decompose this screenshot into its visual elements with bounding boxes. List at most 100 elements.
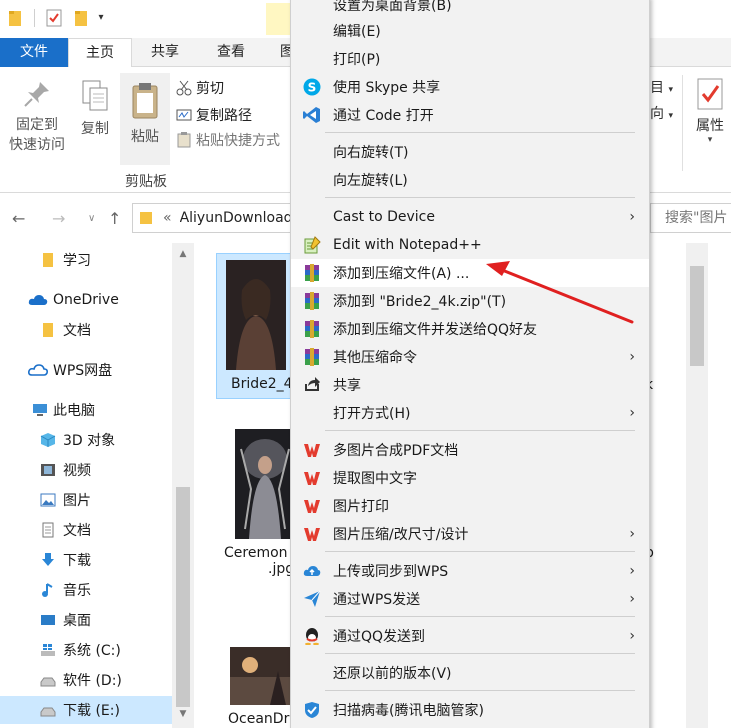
menu-item-other-compression-commands[interactable]: 其他压缩命令 › <box>291 343 649 371</box>
menu-item-extract-text-from-image[interactable]: 提取图中文字 <box>291 464 649 492</box>
sidebar-item-onedrive-docs[interactable]: 文档 <box>0 316 172 344</box>
menu-item-send-via-wps[interactable]: 通过WPS发送 › <box>291 585 649 613</box>
properties-check-icon[interactable] <box>46 9 62 27</box>
wps-icon <box>304 500 320 513</box>
paste-shortcut-icon <box>177 132 191 148</box>
tab-home[interactable]: 主页 <box>68 38 132 68</box>
menu-item-label: 打开方式(H) <box>333 406 411 422</box>
menu-item-restore-previous-versions[interactable]: 还原以前的版本(V) <box>291 659 649 687</box>
menu-item-add-to-named-zip[interactable]: 添加到 "Bride2_4k.zip"(T) <box>291 287 649 315</box>
sidebar-item-drive-c[interactable]: 系统 (C:) <box>0 636 172 664</box>
menu-item-label: Cast to Device <box>333 209 435 225</box>
address-field[interactable]: « AliyunDownload <box>132 203 302 233</box>
cut-button[interactable]: 剪切 <box>176 77 224 99</box>
sidebar-item-label: 此电脑 <box>53 403 95 419</box>
menu-item-share[interactable]: 共享 <box>291 371 649 399</box>
menu-item-label: 使用 Skype 共享 <box>333 80 441 96</box>
sidebar-item-wps-drive[interactable]: WPS网盘 <box>0 356 172 384</box>
menu-item-label: 通过WPS发送 <box>333 592 421 608</box>
sidebar-item-pictures[interactable]: 图片 <box>0 486 172 514</box>
copy-path-button[interactable]: 复制路径 <box>176 104 252 126</box>
sidebar-item-label: 文档 <box>63 523 91 539</box>
windows-drive-icon <box>41 644 55 656</box>
menu-item-send-via-qq[interactable]: 通过QQ发送到 › <box>291 622 649 650</box>
recent-locations-button[interactable]: ∨ <box>88 213 95 224</box>
sidebar-item-this-pc[interactable]: 此电脑 <box>0 396 172 424</box>
properties-button[interactable]: 属性 ▾ <box>690 77 730 145</box>
menu-item-rotate-right[interactable]: 向右旋转(T) <box>291 138 649 166</box>
sidebar-item-downloads[interactable]: 下载 <box>0 546 172 574</box>
wps-cloud-icon <box>28 364 48 376</box>
clipboard-icon <box>132 83 158 119</box>
sidebar-item-study[interactable]: 学习 <box>0 246 172 274</box>
sidebar-item-3d-objects[interactable]: 3D 对象 <box>0 426 172 454</box>
menu-item-share-with-skype[interactable]: S 使用 Skype 共享 <box>291 73 649 101</box>
menu-item-edit-with-notepadpp[interactable]: Edit with Notepad++ <box>291 231 649 259</box>
pin-to-quick-access-button[interactable]: 固定到 快速访问 <box>4 79 70 155</box>
sidebar-item-drive-d[interactable]: 软件 (D:) <box>0 666 172 694</box>
sidebar-item-documents[interactable]: 文档 <box>0 516 172 544</box>
paste-shortcut-button[interactable]: 粘贴快捷方式 <box>176 129 280 151</box>
direction-partial-label[interactable]: 向 ▾ <box>650 103 673 123</box>
menu-item-print[interactable]: 打印(P) <box>291 45 649 73</box>
menu-item-print-image[interactable]: 图片打印 <box>291 492 649 520</box>
properties-dropdown-arrow: ▾ <box>707 135 713 145</box>
sidebar-scroll-up-arrow[interactable]: ▲ <box>176 249 190 259</box>
file-thumbnail <box>235 429 295 539</box>
menu-item-scan-virus[interactable]: 扫描病毒(腾讯电脑管家) <box>291 696 649 724</box>
select-partial-label[interactable]: 目 ▾ <box>650 77 673 97</box>
up-button[interactable]: ↑ <box>108 209 121 228</box>
customize-quick-access-dropdown[interactable]: ▾ <box>96 9 106 27</box>
sidebar-item-onedrive[interactable]: OneDrive <box>0 286 172 314</box>
folder-icon[interactable] <box>8 9 22 27</box>
file-name: Bride2_4 <box>231 376 293 392</box>
vscode-icon <box>303 107 320 123</box>
tab-view[interactable]: 查看 <box>206 38 256 67</box>
breadcrumb-path[interactable]: AliyunDownload <box>180 210 293 226</box>
menu-item-label: 通过QQ发送到 <box>333 629 426 645</box>
winrar-icon <box>305 348 319 366</box>
menu-item-edit[interactable]: 编辑(E) <box>291 17 649 45</box>
wps-icon <box>304 528 320 541</box>
menu-item-archive-and-send-qq[interactable]: 添加到压缩文件并发送给QQ好友 <box>291 315 649 343</box>
menu-item-label: 编辑(E) <box>333 24 381 40</box>
file-list-scroll-thumb[interactable] <box>690 266 704 366</box>
pin-label-line2: 快速访问 <box>9 137 65 153</box>
share-icon <box>305 377 320 391</box>
copy-icon <box>82 80 108 111</box>
menu-item-add-to-archive[interactable]: 添加到压缩文件(A) ... <box>291 259 649 287</box>
sidebar-scroll-down-arrow[interactable]: ▼ <box>176 709 190 719</box>
back-button[interactable]: ← <box>12 209 25 228</box>
menu-item-rotate-left[interactable]: 向左旋转(L) <box>291 166 649 194</box>
file-tile-bride[interactable]: Bride2_4 <box>216 253 296 399</box>
menu-separator <box>325 653 635 654</box>
tab-share[interactable]: 共享 <box>140 38 190 67</box>
sidebar-item-drive-e[interactable]: 下载 (E:) <box>0 696 172 724</box>
sidebar-item-label: 学习 <box>63 253 91 269</box>
computer-icon <box>33 404 47 416</box>
menu-item-label: 多图片合成PDF文档 <box>333 443 459 459</box>
sidebar-item-music[interactable]: 音乐 <box>0 576 172 604</box>
menu-item-cast-to-device[interactable]: Cast to Device › <box>291 203 649 231</box>
menu-item-label: 图片压缩/改尺寸/设计 <box>333 527 469 543</box>
paste-button[interactable]: 粘贴 <box>120 73 170 165</box>
menu-item-compress-resize-design[interactable]: 图片压缩/改尺寸/设计 › <box>291 520 649 548</box>
menu-item-open-with-code[interactable]: 通过 Code 打开 <box>291 101 649 129</box>
menu-separator <box>325 616 635 617</box>
forward-button[interactable]: → <box>52 209 65 228</box>
breadcrumb-overflow-chevron[interactable]: « <box>163 210 172 226</box>
quick-access-divider <box>34 9 35 27</box>
menu-item-label: 添加到 "Bride2_4k.zip"(T) <box>333 294 507 310</box>
wps-send-icon <box>304 590 321 607</box>
menu-item-merge-images-to-pdf[interactable]: 多图片合成PDF文档 <box>291 436 649 464</box>
sidebar-scroll-thumb[interactable] <box>176 487 190 707</box>
new-folder-icon[interactable] <box>74 9 88 27</box>
sidebar-item-desktop[interactable]: 桌面 <box>0 606 172 634</box>
menu-item-upload-sync-wps[interactable]: 上传或同步到WPS › <box>291 557 649 585</box>
search-input[interactable]: 搜索"图片 <box>650 203 731 233</box>
copy-button[interactable]: 复制 <box>74 79 116 139</box>
menu-item-open-with[interactable]: 打开方式(H) › <box>291 399 649 427</box>
sidebar-item-videos[interactable]: 视频 <box>0 456 172 484</box>
tab-picture-tools[interactable]: 图 <box>280 38 290 67</box>
tab-file[interactable]: 文件 <box>0 38 68 67</box>
